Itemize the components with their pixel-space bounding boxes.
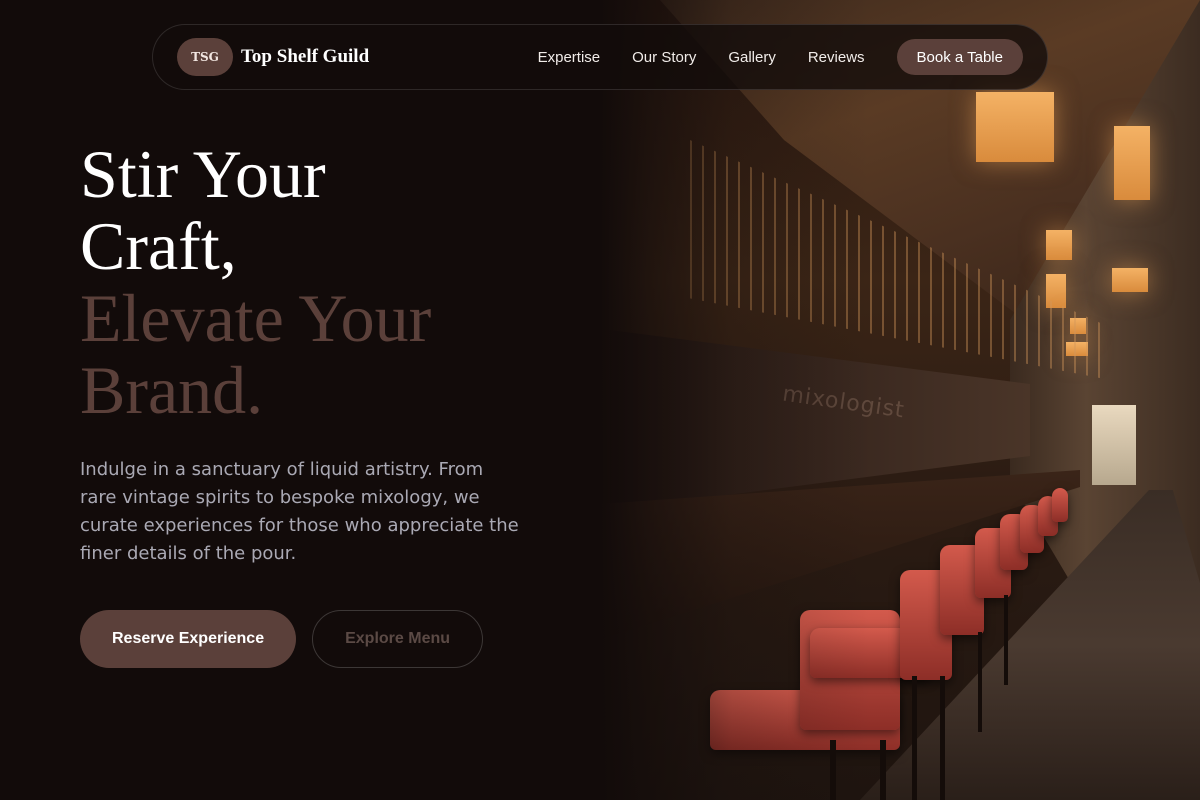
brand-name[interactable]: Top Shelf Guild bbox=[241, 46, 369, 68]
top-navigation: TSG Top Shelf Guild Expertise Our Story … bbox=[152, 24, 1048, 90]
headline-line-4: Brand. bbox=[80, 352, 264, 428]
nav-link-reviews[interactable]: Reviews bbox=[808, 49, 865, 66]
hero-description: Indulge in a sanctuary of liquid artistr… bbox=[80, 459, 519, 564]
reserve-experience-button[interactable]: Reserve Experience bbox=[80, 610, 297, 668]
logo-badge[interactable]: TSG bbox=[177, 38, 233, 76]
hero-headline: Stir Your Craft, Elevate Your Brand. bbox=[80, 138, 580, 426]
nav-links: Expertise Our Story Gallery Reviews Book… bbox=[538, 39, 1023, 75]
nav-link-gallery[interactable]: Gallery bbox=[728, 49, 776, 66]
explore-menu-button[interactable]: Explore Menu bbox=[312, 610, 484, 668]
hero-bar-photo: mixologist bbox=[600, 0, 1200, 800]
headline-line-3: Elevate Your bbox=[80, 280, 432, 356]
headline-line-2: Craft, bbox=[80, 208, 237, 284]
nav-link-our-story[interactable]: Our Story bbox=[632, 49, 696, 66]
photo-fade-overlay bbox=[600, 0, 1200, 800]
headline-line-1: Stir Your bbox=[80, 136, 326, 212]
book-table-button[interactable]: Book a Table bbox=[896, 39, 1023, 75]
nav-link-expertise[interactable]: Expertise bbox=[538, 49, 601, 66]
hero-section: Stir Your Craft, Elevate Your Brand. Ind… bbox=[80, 138, 580, 668]
hero-actions: Reserve Experience Explore Menu bbox=[80, 610, 580, 668]
